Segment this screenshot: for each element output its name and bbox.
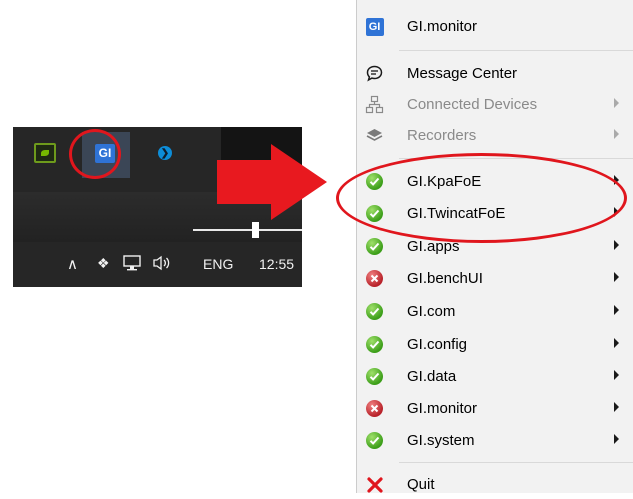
menu-item-gi-system[interactable]: GI.system <box>357 426 633 455</box>
menu-item-quit[interactable]: Quit <box>357 470 633 499</box>
status-ok-icon <box>365 431 384 450</box>
system-tray: ∧ ❖ ENG 12:55 <box>13 249 302 279</box>
status-ok-icon <box>365 367 384 386</box>
menu-separator <box>399 50 633 51</box>
submenu-arrow-icon <box>614 434 619 444</box>
menu-item-gi-config[interactable]: GI.config <box>357 330 633 359</box>
close-icon <box>365 475 384 494</box>
submenu-arrow-icon <box>614 240 619 250</box>
submenu-arrow-icon <box>614 402 619 412</box>
submenu-arrow-icon <box>614 305 619 315</box>
menu-separator <box>399 462 633 463</box>
menu-item-connected-devices[interactable]: Connected Devices <box>357 90 633 119</box>
nvidia-icon[interactable] <box>33 141 57 165</box>
red-arrow-icon <box>217 144 327 220</box>
context-menu: GI GI.monitor Message Center Connected D… <box>356 0 633 493</box>
menu-item-gi-benchui[interactable]: GI.benchUI <box>357 264 633 293</box>
chat-bubble-icon <box>365 64 384 83</box>
layers-icon <box>365 126 384 145</box>
status-ok-icon <box>365 237 384 256</box>
chevron-up-icon[interactable]: ∧ <box>67 255 78 273</box>
status-error-icon <box>365 399 384 418</box>
volume-slider-track[interactable] <box>193 229 302 231</box>
submenu-arrow-icon <box>614 370 619 380</box>
volume-icon[interactable] <box>152 255 172 274</box>
menu-item-recorders[interactable]: Recorders <box>357 121 633 150</box>
submenu-arrow-icon <box>614 338 619 348</box>
status-error-icon <box>365 269 384 288</box>
language-indicator[interactable]: ENG <box>203 256 233 272</box>
gi-icon-annotation-circle <box>69 129 121 179</box>
submenu-arrow-icon <box>614 98 619 108</box>
gi-app-icon: GI <box>365 17 384 36</box>
clock[interactable]: 12:55 <box>259 256 294 272</box>
submenu-arrow-icon <box>614 272 619 282</box>
menu-header-gi-monitor[interactable]: GI GI.monitor <box>357 12 633 41</box>
dropbox-icon[interactable]: ❖ <box>97 255 110 272</box>
menu-item-gi-com[interactable]: GI.com <box>357 297 633 326</box>
menu-item-gi-data[interactable]: GI.data <box>357 362 633 391</box>
volume-slider-thumb[interactable] <box>252 222 259 238</box>
status-ok-icon <box>365 302 384 321</box>
bluetooth-icon[interactable]: ❯ <box>153 141 177 165</box>
menu-item-message-center[interactable]: Message Center <box>357 59 633 88</box>
network-devices-icon <box>365 95 384 114</box>
services-annotation-ellipse <box>336 153 627 243</box>
menu-item-gi-monitor[interactable]: GI.monitor <box>357 394 633 423</box>
network-icon[interactable] <box>123 255 141 274</box>
submenu-arrow-icon <box>614 129 619 139</box>
status-ok-icon <box>365 335 384 354</box>
